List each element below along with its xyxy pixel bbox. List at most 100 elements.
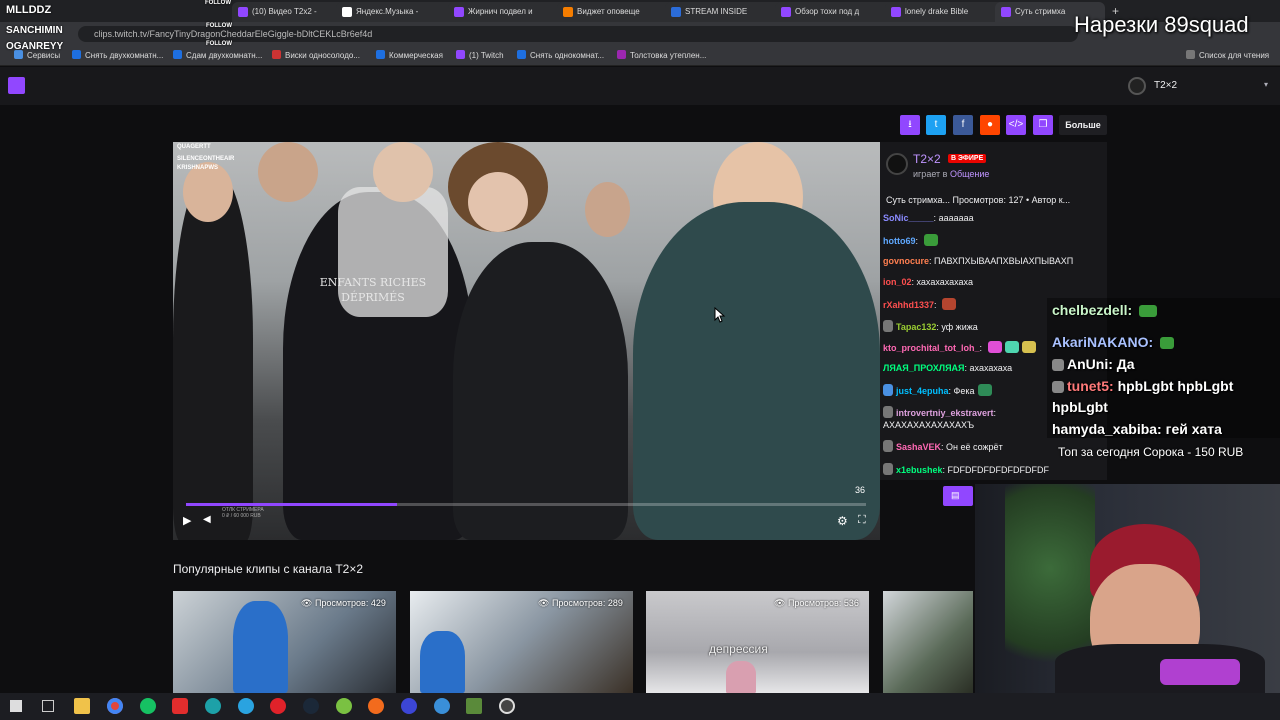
twitter-icon: t <box>934 119 938 130</box>
overlay-chat-message: tunet5: hpbLgbt hpbLgbt <box>1052 378 1233 394</box>
copy-link-button[interactable]: ❐ <box>1033 115 1053 135</box>
chat-icon: ▤ <box>951 490 960 500</box>
edge-icon[interactable] <box>205 698 221 714</box>
file-explorer-icon[interactable] <box>74 698 90 714</box>
clip-video[interactable]: QUAGERTT SILENCEONTHEAIR KRISHNAPWS <box>173 142 880 540</box>
obs-icon[interactable] <box>401 698 417 714</box>
chat-message: ion_02: хахахахахаха <box>883 277 973 287</box>
bookmark-item[interactable]: Снять однокомнат... <box>517 50 604 60</box>
youtube-icon[interactable] <box>172 698 188 714</box>
steam-icon[interactable] <box>303 698 319 714</box>
pepe-emote-icon <box>923 234 938 246</box>
bookmark-item[interactable]: Снять двухкомнатн... <box>72 50 163 60</box>
bookmark-favicon-icon <box>517 50 526 59</box>
bookmark-item[interactable]: Виски односолодо... <box>272 50 360 60</box>
facebook-icon: f <box>961 119 965 130</box>
video-overlay-follower: QUAGERTT <box>177 144 211 150</box>
badge-icon <box>883 406 893 418</box>
rainbow-emote-icon <box>987 341 1002 353</box>
overlay-follower: OGANREYY <box>6 41 64 52</box>
channel-name[interactable]: T2×2 <box>1154 80 1177 91</box>
chevron-down-icon[interactable]: ▾ <box>1264 80 1268 89</box>
obs-studio-icon[interactable] <box>499 698 515 714</box>
facebook-share-button[interactable]: f <box>953 115 973 135</box>
badge-icon <box>883 440 893 452</box>
clip-thumbnail[interactable] <box>883 591 973 693</box>
tab-favicon-icon <box>238 7 248 17</box>
origin-icon[interactable] <box>368 698 384 714</box>
reddit-icon: ● <box>986 119 994 130</box>
chat-message: hotto69: <box>883 234 1103 246</box>
video-figure <box>183 162 233 222</box>
chat-toggle-button[interactable]: ▤ <box>943 486 973 506</box>
utorrent-icon[interactable] <box>336 698 352 714</box>
pepe-emote-icon <box>1160 337 1175 349</box>
play-icon: ▶ <box>183 515 192 527</box>
eye-icon: 👁 <box>301 598 313 608</box>
overlay-follower: SANCHIMIN <box>6 25 63 36</box>
popular-clips-title: Популярные клипы с канала T2×2 <box>173 562 364 576</box>
windows-start-icon[interactable] <box>10 700 22 712</box>
clip-views: 👁 Просмотров: 536 <box>774 598 859 608</box>
grammarly-icon[interactable] <box>140 698 156 714</box>
video-overlay-goal: ОТЛК СТРИМЕРА 0 ₽ / 60 000 RUB <box>222 507 264 519</box>
clip-views: 👁 Просмотров: 289 <box>538 598 623 608</box>
channel-avatar[interactable] <box>1128 77 1146 95</box>
embed-button[interactable]: </> <box>1006 115 1026 135</box>
bookmark-favicon-icon <box>617 50 626 59</box>
clip-timecode: 36 <box>855 485 866 495</box>
clip-views: 👁 Просмотров: 429 <box>301 598 386 608</box>
twitter-share-button[interactable]: t <box>926 115 946 135</box>
face-emote-icon <box>942 298 957 310</box>
thumbnail-figure <box>420 631 465 693</box>
volume-button[interactable]: ◀ <box>203 514 217 528</box>
minecraft-icon[interactable] <box>466 698 482 714</box>
video-shirt-text: ENFANTS RICHES DÉPRIMÉS <box>319 276 427 304</box>
video-figure <box>173 172 253 540</box>
badge-icon <box>883 463 893 475</box>
reading-list-icon <box>1186 50 1195 59</box>
fullscreen-button[interactable]: ⛶ <box>858 514 866 527</box>
thumbnail-figure <box>726 661 756 693</box>
mouse-cursor-icon <box>714 307 726 323</box>
rainbow-emote-icon <box>1004 341 1019 353</box>
eye-icon: 👁 <box>774 598 786 608</box>
tab-favicon-icon <box>342 7 352 17</box>
play-button[interactable]: ▶ <box>183 514 197 528</box>
reading-list-button[interactable]: Список для чтения <box>1186 50 1269 60</box>
download-button[interactable]: ⭳ <box>900 115 920 135</box>
settings-button[interactable]: ⚙ <box>837 514 848 528</box>
pepe-emote-icon <box>1139 305 1158 317</box>
rainbow-emote-icon <box>1021 341 1036 353</box>
streamer-avatar[interactable] <box>886 153 908 175</box>
badge-icon <box>883 320 893 332</box>
copy-icon: ❐ <box>1038 119 1048 130</box>
windows-taskbar <box>0 693 1280 720</box>
badge-icon <box>1052 359 1064 371</box>
game-link[interactable]: Общение <box>950 169 989 179</box>
reddit-share-button[interactable]: ● <box>980 115 1000 135</box>
app-icon[interactable] <box>434 698 450 714</box>
bookmark-item[interactable]: Толстовка утеплен... <box>617 50 706 60</box>
bookmark-item[interactable]: Коммерческая <box>376 50 443 60</box>
twitch-icon <box>456 50 465 59</box>
video-figure <box>373 142 433 202</box>
more-button[interactable]: Больше <box>1059 115 1107 135</box>
task-view-icon[interactable] <box>42 700 54 712</box>
twitch-logo-icon[interactable] <box>8 77 25 94</box>
code-icon: </> <box>1008 119 1024 130</box>
overlay-chat-message-continued: hpbLgbt <box>1052 399 1108 415</box>
bookmark-item[interactable]: (1) Twitch <box>456 50 504 60</box>
chat-message: SoNic_____: ааааааа <box>883 213 974 223</box>
tab-favicon-icon <box>563 7 573 17</box>
video-figure <box>258 142 318 202</box>
streamer-name[interactable]: T2×2 <box>913 152 941 166</box>
chrome-icon[interactable] <box>107 698 123 714</box>
video-overlay-follower: SILENCEONTHEAIR <box>177 156 235 162</box>
overlay-follower: MLLDDZ <box>6 4 52 16</box>
telegram-icon[interactable] <box>238 698 254 714</box>
opera-icon[interactable] <box>270 698 286 714</box>
bookmark-item[interactable]: Сдам двухкомнатн... <box>173 50 262 60</box>
bookmark-favicon-icon <box>376 50 385 59</box>
badge-icon <box>1052 381 1064 393</box>
